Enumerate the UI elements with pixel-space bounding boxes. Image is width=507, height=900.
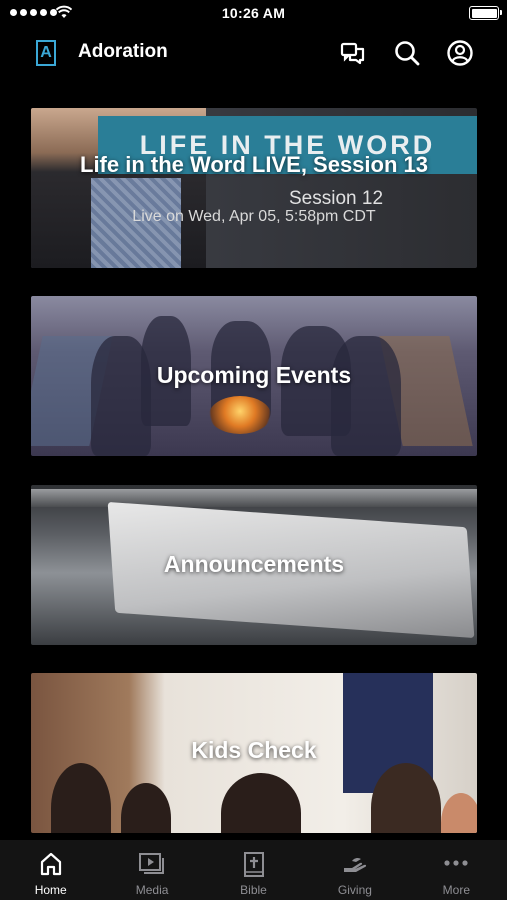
status-time: 10:26 AM [221,5,286,21]
tab-giving[interactable]: Giving [304,840,405,900]
search-icon[interactable] [393,39,421,67]
tab-bar: Home Media Bible Giving More [0,840,507,900]
tab-label: Media [135,883,169,897]
tab-media[interactable]: Media [101,840,202,900]
card-announcements[interactable]: Announcements [31,485,477,645]
card-subtitle: Live on Wed, Apr 05, 5:58pm CDT [132,208,376,225]
profile-icon[interactable] [446,39,474,67]
giving-icon [343,857,367,872]
chat-icon[interactable] [339,39,367,67]
campfire-image [209,396,271,434]
more-icon [444,860,468,866]
previous-session-text: Session 12 [289,188,384,209]
media-icon [139,853,165,874]
status-bar: 10:26 AM [0,0,507,28]
tab-label: Giving [337,883,372,897]
card-kids-check[interactable]: Kids Check [31,673,477,833]
battery-icon [469,6,502,20]
card-title: Kids Check [191,737,317,763]
tab-label: Bible [240,883,267,897]
card-life-in-the-word[interactable]: LIFE IN THE WORD Session 12 Life in the … [31,108,477,268]
tab-more[interactable]: More [406,840,507,900]
tab-label: Home [34,883,67,897]
press-roller [31,489,477,507]
app-header: A Adoration [0,28,507,78]
tab-bible[interactable]: Bible [203,840,304,900]
tab-label: More [442,883,470,897]
app-title: Adoration [78,41,168,62]
app-logo: A [36,40,56,66]
home-icon [40,852,61,876]
card-title: Announcements [163,551,345,577]
card-title: Life in the Word LIVE, Session 13 [80,152,428,177]
person-shape [331,336,401,456]
bible-icon [243,852,264,877]
card-title: Upcoming Events [156,362,352,388]
tab-home[interactable]: Home [0,840,101,900]
card-upcoming-events[interactable]: Upcoming Events [31,296,477,456]
